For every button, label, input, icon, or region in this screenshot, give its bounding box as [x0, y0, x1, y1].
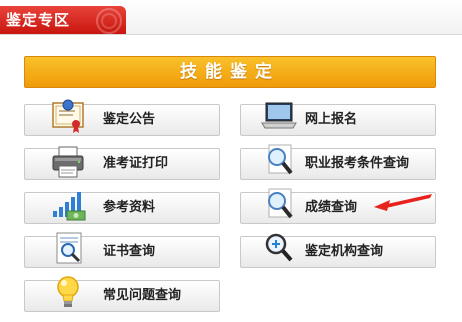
exam-eligibility-query-label: 职业报考条件查询 — [305, 156, 410, 171]
faq-query-button[interactable]: 常见问题查询 — [24, 276, 220, 312]
magnifier-plus-icon — [259, 229, 299, 269]
printer-icon — [49, 141, 89, 181]
laptop-icon — [259, 97, 299, 137]
certificate-icon — [49, 97, 89, 137]
tab-label: 鉴定专区 — [6, 11, 71, 29]
skill-appraisal-banner[interactable]: 技能鉴定 — [24, 56, 436, 88]
reference-materials-button[interactable]: 参考资料 — [24, 192, 220, 224]
score-query-label: 成绩查询 — [305, 200, 358, 215]
certificate-query-button[interactable]: 证书查询 — [24, 232, 220, 268]
reference-materials-label: 参考资料 — [103, 200, 156, 215]
magnifier-icon — [259, 185, 299, 225]
tab-appraisal-zone[interactable]: 鉴定专区 — [0, 6, 126, 34]
online-registration-button[interactable]: 网上报名 — [240, 102, 436, 136]
certificate-query-label: 证书查询 — [103, 244, 156, 259]
appraisal-institution-query-label: 鉴定机构查询 — [305, 244, 384, 259]
faq-query-label: 常见问题查询 — [103, 288, 182, 303]
lightbulb-icon — [49, 273, 89, 313]
swirl-inner-decoration-icon — [101, 13, 117, 29]
document-search-icon — [49, 229, 89, 269]
magnifier-icon — [259, 141, 299, 181]
exam-eligibility-query-button[interactable]: 职业报考条件查询 — [240, 144, 436, 180]
appraisal-institution-query-button[interactable]: 鉴定机构查询 — [240, 233, 436, 268]
online-registration-label: 网上报名 — [305, 112, 358, 127]
appraisal-notice-button[interactable]: 鉴定公告 — [24, 99, 220, 136]
appraisal-notice-label: 鉴定公告 — [103, 112, 156, 127]
admission-ticket-print-label: 准考证打印 — [103, 156, 169, 171]
red-arrow-icon — [374, 194, 432, 211]
bar-chart-money-icon — [49, 185, 89, 225]
admission-ticket-print-button[interactable]: 准考证打印 — [24, 146, 220, 180]
